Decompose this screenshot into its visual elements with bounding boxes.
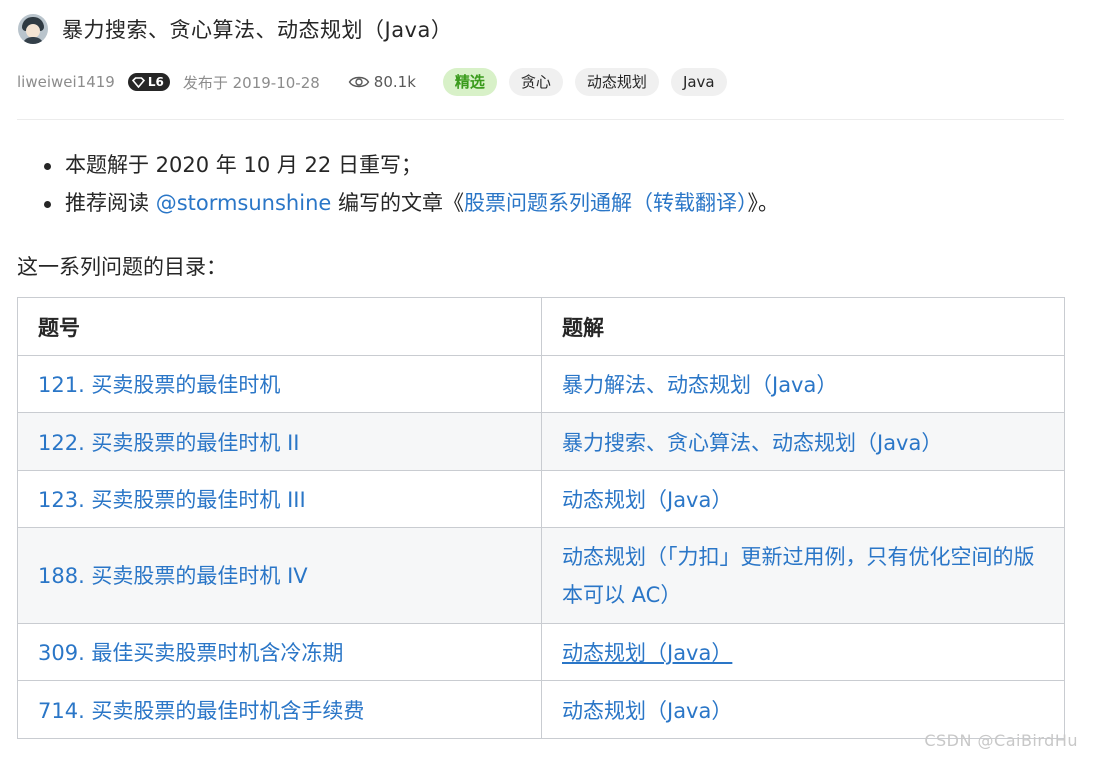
- watermark: CSDN @CaiBirdHu: [924, 731, 1078, 750]
- post-header: 暴力搜索、贪心算法、动态规划（Java）: [18, 14, 452, 44]
- article-link[interactable]: 股票问题系列通解（转载翻译）: [464, 191, 748, 215]
- problem-link[interactable]: 122. 买卖股票的最佳时机 II: [17, 412, 542, 471]
- tag-greedy[interactable]: 贪心: [508, 68, 563, 96]
- toc-intro: 这一系列问题的目录：: [17, 255, 227, 279]
- table-row: 123. 买卖股票的最佳时机 III 动态规划（Java）: [17, 470, 1065, 528]
- divider: [17, 119, 1064, 120]
- column-header: 题号: [17, 297, 542, 356]
- publish-date: 发布于 2019-10-28: [182, 73, 320, 92]
- column-header: 题解: [541, 297, 1065, 356]
- level-diamond-icon: [131, 76, 145, 88]
- table-row: 188. 买卖股票的最佳时机 IV 动态规划（「力扣」更新过用例，只有优化空间的…: [17, 527, 1065, 624]
- solution-link[interactable]: 动态规划（Java）: [541, 470, 1065, 528]
- notes-list: 本题解于 2020 年 10 月 22 日重写； 推荐阅读 @stormsuns…: [44, 150, 779, 226]
- tag-java[interactable]: Java: [670, 68, 727, 96]
- view-count-value: 80.1k: [373, 73, 416, 91]
- tag-featured[interactable]: 精选: [442, 68, 497, 96]
- solution-link[interactable]: 暴力搜索、贪心算法、动态规划（Java）: [541, 412, 1065, 471]
- tag-dynamic-programming[interactable]: 动态规划: [574, 68, 659, 96]
- rewrite-note: 本题解于 2020 年 10 月 22 日重写；: [65, 153, 422, 177]
- mention-link[interactable]: @stormsunshine: [156, 191, 332, 215]
- table-header-row: 题号 题解: [17, 297, 1065, 356]
- problem-link[interactable]: 188. 买卖股票的最佳时机 IV: [17, 527, 542, 624]
- table-row: 122. 买卖股票的最佳时机 II 暴力搜索、贪心算法、动态规划（Java）: [17, 412, 1065, 471]
- recommend-suffix: 》。: [747, 191, 780, 215]
- level-text: L6: [147, 75, 164, 89]
- table-row: 121. 买卖股票的最佳时机 暴力解法、动态规划（Java）: [17, 355, 1065, 413]
- toc-table: 题号 题解 121. 买卖股票的最佳时机 暴力解法、动态规划（Java） 122…: [17, 297, 1065, 739]
- problem-link[interactable]: 121. 买卖股票的最佳时机: [17, 355, 542, 413]
- problem-link[interactable]: 309. 最佳买卖股票时机含冷冻期: [17, 623, 542, 681]
- avatar[interactable]: [18, 14, 48, 44]
- problem-link[interactable]: 123. 买卖股票的最佳时机 III: [17, 470, 542, 528]
- recommend-middle: 编写的文章《: [331, 191, 464, 215]
- list-item: 推荐阅读 @stormsunshine 编写的文章《股票问题系列通解（转载翻译）…: [44, 188, 779, 226]
- list-item: 本题解于 2020 年 10 月 22 日重写；: [44, 150, 779, 188]
- solution-link[interactable]: 动态规划（Java）: [541, 623, 1065, 681]
- solution-link-text[interactable]: 动态规划（Java）: [562, 641, 732, 665]
- problem-link[interactable]: 714. 买卖股票的最佳时机含手续费: [17, 680, 542, 739]
- level-badge: L6: [127, 73, 170, 91]
- eye-icon: [348, 76, 370, 88]
- author-name[interactable]: liweiwei1419: [17, 73, 115, 91]
- table-row: 714. 买卖股票的最佳时机含手续费 动态规划（Java）: [17, 680, 1065, 739]
- post-meta: liweiwei1419 L6 发布于 2019-10-28 80.1k 精选 …: [17, 66, 727, 98]
- recommend-prefix: 推荐阅读: [65, 191, 156, 215]
- table-row: 309. 最佳买卖股票时机含冷冻期 动态规划（Java）: [17, 623, 1065, 681]
- solution-link[interactable]: 暴力解法、动态规划（Java）: [541, 355, 1065, 413]
- solution-link[interactable]: 动态规划（Java）: [541, 680, 1065, 739]
- view-count: 80.1k: [348, 73, 416, 91]
- solution-link[interactable]: 动态规划（「力扣」更新过用例，只有优化空间的版本可以 AC）: [541, 527, 1065, 624]
- post-title: 暴力搜索、贪心算法、动态规划（Java）: [62, 18, 453, 42]
